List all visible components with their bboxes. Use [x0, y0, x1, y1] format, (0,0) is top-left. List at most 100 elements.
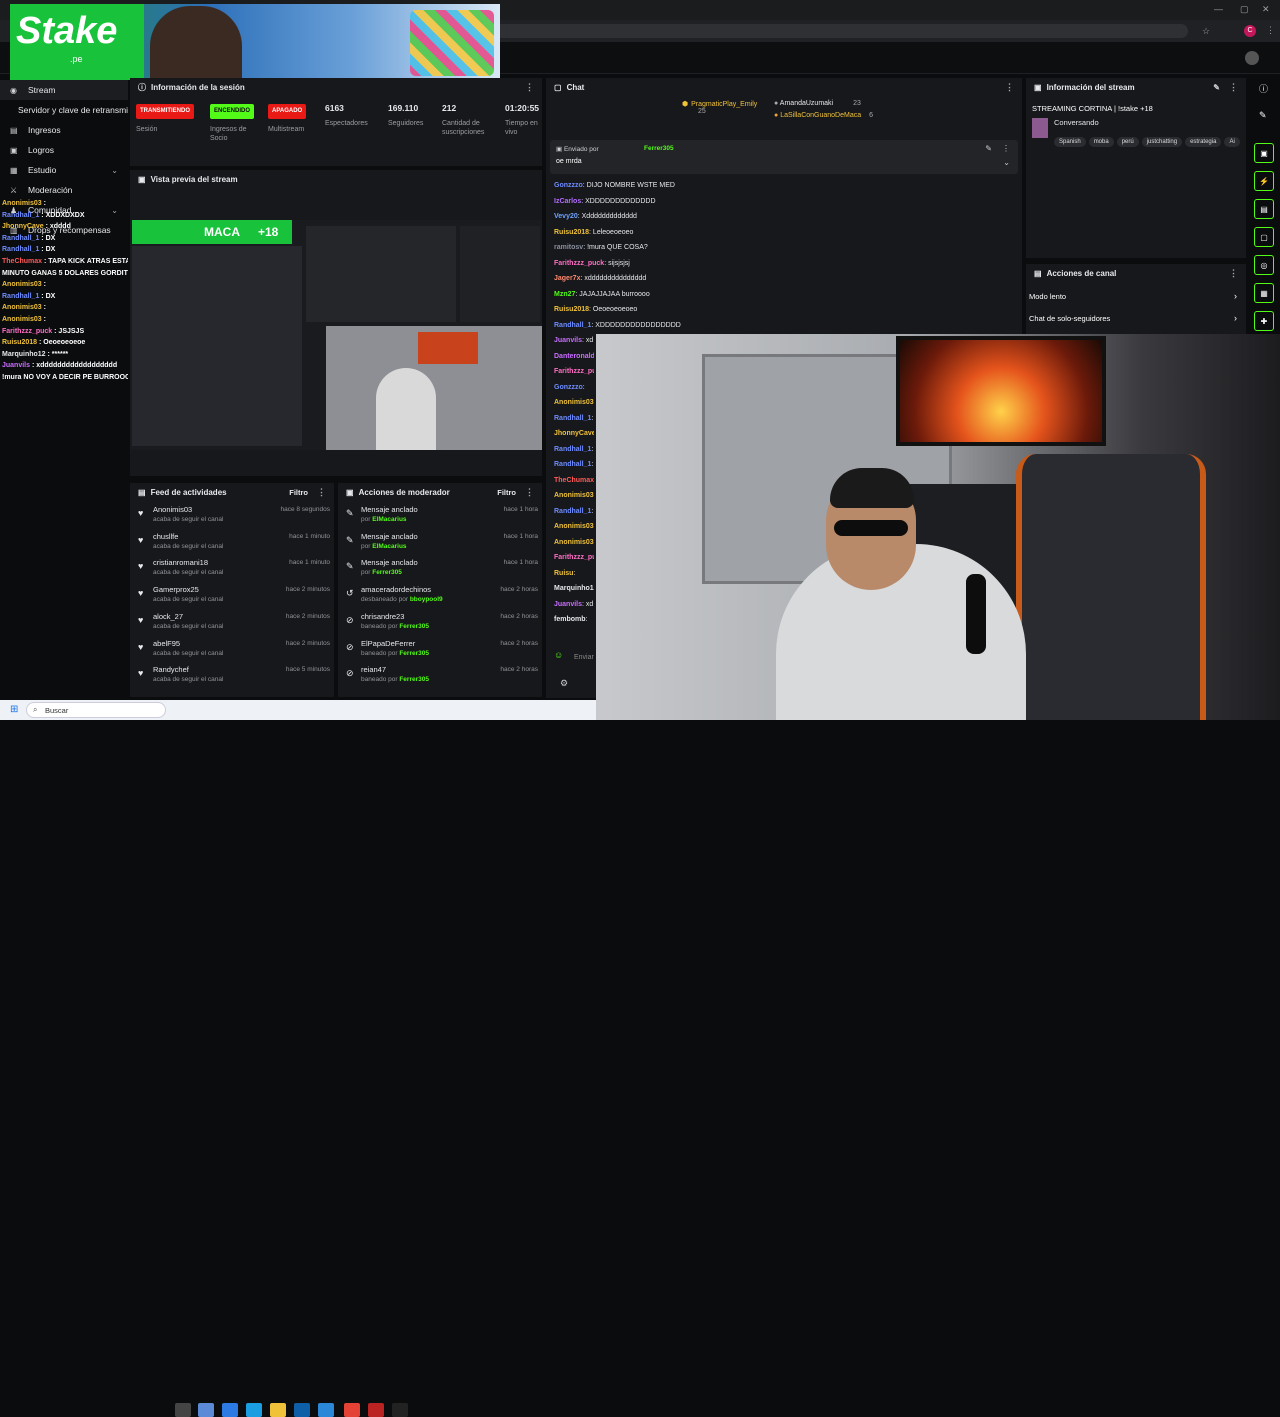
chat-username[interactable]: fembomb: [554, 616, 586, 623]
chat-username[interactable]: Farithzzz_pu: [554, 368, 594, 375]
mod-row[interactable]: ⊘reian47baneado por Ferrer305hace 2 hora…: [346, 665, 538, 691]
user-avatar[interactable]: [1245, 51, 1259, 65]
feed-row[interactable]: ♥Anonimis03acaba de seguir el canalhace …: [138, 505, 330, 531]
chat-input[interactable]: Enviar: [574, 654, 594, 668]
mod-row[interactable]: ✎Mensaje ancladopor Ferrer305hace 1 hora: [346, 558, 538, 584]
chat-message[interactable]: Anonimis03:: [554, 537, 594, 548]
chat-username[interactable]: Ruisu2018: [554, 229, 589, 236]
mod-row[interactable]: ⊘ElPapaDeFerrerbaneado por Ferrer305hace…: [346, 639, 538, 665]
sidebar-item-logros[interactable]: ▣Logros: [0, 140, 128, 160]
chat-username[interactable]: Ruisu2018: [554, 306, 589, 313]
stake-ad-banner[interactable]: Stake .pe: [10, 4, 500, 80]
rail-widget-icon[interactable]: ▣: [1254, 143, 1274, 163]
feed-row[interactable]: ♥abelF95acaba de seguir el canalhace 2 m…: [138, 639, 330, 665]
rail-broadcast-icon[interactable]: ◎: [1254, 255, 1274, 275]
chat-message[interactable]: Ruisu2018: Leleoeoeoeo: [554, 227, 1014, 238]
pinned-message[interactable]: ▣ Enviado por Ferrer305 oe mrda ✎ ⋮ ⌄: [550, 140, 1018, 174]
chat-message[interactable]: Anonimis03:: [554, 521, 594, 532]
chat-username[interactable]: Anonimis03: [554, 523, 594, 530]
widgets-icon[interactable]: [198, 1403, 214, 1417]
app-icon[interactable]: [368, 1403, 384, 1417]
chat-message[interactable]: Vevy20: Xddddddddddddd: [554, 211, 1014, 222]
obs-icon[interactable]: [392, 1403, 408, 1417]
chat-message[interactable]: Randhall_1: D: [554, 444, 594, 455]
pin-icon[interactable]: ✎: [985, 144, 992, 153]
close-icon[interactable]: ✕: [1262, 4, 1270, 15]
feed-row[interactable]: ♥chusllfeacaba de seguir el canalhace 1 …: [138, 532, 330, 558]
emote-icon[interactable]: ☺: [554, 650, 574, 662]
feed-user[interactable]: alock_27: [153, 612, 183, 621]
mail-icon[interactable]: [318, 1403, 334, 1417]
mod-target[interactable]: reian47: [361, 665, 386, 674]
chat-username[interactable]: Mzn27: [554, 291, 575, 298]
mod-row[interactable]: ✎Mensaje ancladopor ElMacariushace 1 hor…: [346, 532, 538, 558]
chat-username[interactable]: Juanvils: [554, 337, 582, 344]
chat-username[interactable]: TheChumax: [554, 477, 594, 484]
feed-user[interactable]: chusllfe: [153, 532, 178, 541]
task-view-icon[interactable]: [175, 1403, 191, 1417]
chat-message[interactable]: IzCarlos: XDDDDDDDDDDDDD: [554, 196, 1014, 207]
more-icon[interactable]: ⋮: [1229, 82, 1238, 93]
more-icon[interactable]: ⋮: [525, 82, 534, 93]
more-icon[interactable]: ⋮: [1002, 144, 1010, 153]
mod-user[interactable]: bboypool9: [410, 596, 443, 603]
chat-username[interactable]: Gonzzzo: [554, 384, 583, 391]
chat-message[interactable]: Marquinho12:: [554, 583, 594, 594]
mod-user[interactable]: Ferrer305: [399, 650, 429, 657]
feed-user[interactable]: Randychef: [153, 665, 189, 674]
mod-user[interactable]: ElMacarius: [372, 516, 406, 523]
feed-user[interactable]: Anonimis03: [153, 505, 192, 514]
mod-row[interactable]: ⊘chrisandre23baneado por Ferrer305hace 2…: [346, 612, 538, 638]
taskbar-search[interactable]: ⌕ Buscar: [26, 702, 166, 718]
chat-username[interactable]: Farithzzz_pu: [554, 554, 594, 561]
minimize-icon[interactable]: —: [1214, 4, 1223, 14]
chat-username[interactable]: Gonzzzo: [554, 182, 583, 189]
more-icon[interactable]: ⋮: [317, 487, 326, 498]
mod-user[interactable]: Ferrer305: [399, 676, 429, 683]
chat-username[interactable]: JhonnyCave: [554, 430, 594, 437]
sidebar-item-ingresos[interactable]: ▤Ingresos: [0, 120, 128, 140]
feed-user[interactable]: Gamerprox25: [153, 585, 199, 594]
rail-doc-icon[interactable]: ▤: [1254, 199, 1274, 219]
chat-username[interactable]: IzCarlos: [554, 198, 581, 205]
chat-username[interactable]: Marquinho12: [554, 585, 594, 592]
chat-message[interactable]: TheChumax:: [554, 475, 594, 486]
filter-button[interactable]: Filtro: [289, 488, 308, 497]
mod-target[interactable]: chrisandre23: [361, 612, 404, 621]
chat-username[interactable]: Randhall_1: [554, 461, 591, 468]
browser-menu-icon[interactable]: ⋮: [1266, 25, 1275, 36]
edge-icon[interactable]: [246, 1403, 262, 1417]
copilot-icon[interactable]: [222, 1403, 238, 1417]
chat-message[interactable]: Jager7x: xddddddddddddddd: [554, 273, 1014, 284]
chat-username[interactable]: Randhall_1: [554, 446, 591, 453]
chat-message[interactable]: Ruisu2018: Oeoeoeoeoeo: [554, 304, 1014, 315]
more-icon[interactable]: ⋮: [525, 487, 534, 498]
chat-username[interactable]: Randhall_1: [554, 508, 591, 515]
chevron-down-icon[interactable]: ⌄: [1003, 158, 1010, 167]
chat-message[interactable]: Mzn27: JAJAJJAJAA burroooo: [554, 289, 1014, 300]
chat-username[interactable]: ramitosv: [554, 244, 583, 251]
chat-username[interactable]: Jager7x: [554, 275, 580, 282]
chat-message[interactable]: Juanvils: xd: [554, 335, 594, 346]
chat-username[interactable]: Randhall_1: [554, 415, 591, 422]
chrome-icon[interactable]: [344, 1403, 360, 1417]
file-explorer-icon[interactable]: [270, 1403, 286, 1417]
mod-target[interactable]: Mensaje anclado: [361, 532, 418, 541]
more-icon[interactable]: ⋮: [1229, 268, 1238, 279]
chat-message[interactable]: ramitosv: !mura QUE COSA?: [554, 242, 1014, 253]
chat-message[interactable]: Farithzzz_puck: sijsjsjsj: [554, 258, 1014, 269]
chat-message[interactable]: Danteronald:: [554, 351, 594, 362]
chat-message[interactable]: Farithzzz_pu:: [554, 366, 594, 377]
chat-message[interactable]: Gonzzzo: DIJO NOMBRE WSTE MED: [554, 180, 1014, 191]
chat-message[interactable]: Randhall_1: X: [554, 413, 594, 424]
feed-row[interactable]: ♥alock_27acaba de seguir el canalhace 2 …: [138, 612, 330, 638]
settings-icon[interactable]: ⚙: [560, 678, 568, 689]
followers-only-action[interactable]: Chat de solo-seguidores›: [1029, 314, 1243, 330]
sidebar-item-estudio[interactable]: ▦Estudio⌄: [0, 160, 128, 180]
mod-target[interactable]: Mensaje anclado: [361, 505, 418, 514]
chat-message[interactable]: Randhall_1: D: [554, 506, 594, 517]
maximize-icon[interactable]: ▢: [1240, 4, 1249, 15]
sidebar-item-stream[interactable]: ◉Stream: [0, 80, 128, 100]
windows-start-icon[interactable]: ⊞: [10, 704, 18, 715]
mod-target[interactable]: Mensaje anclado: [361, 558, 418, 567]
